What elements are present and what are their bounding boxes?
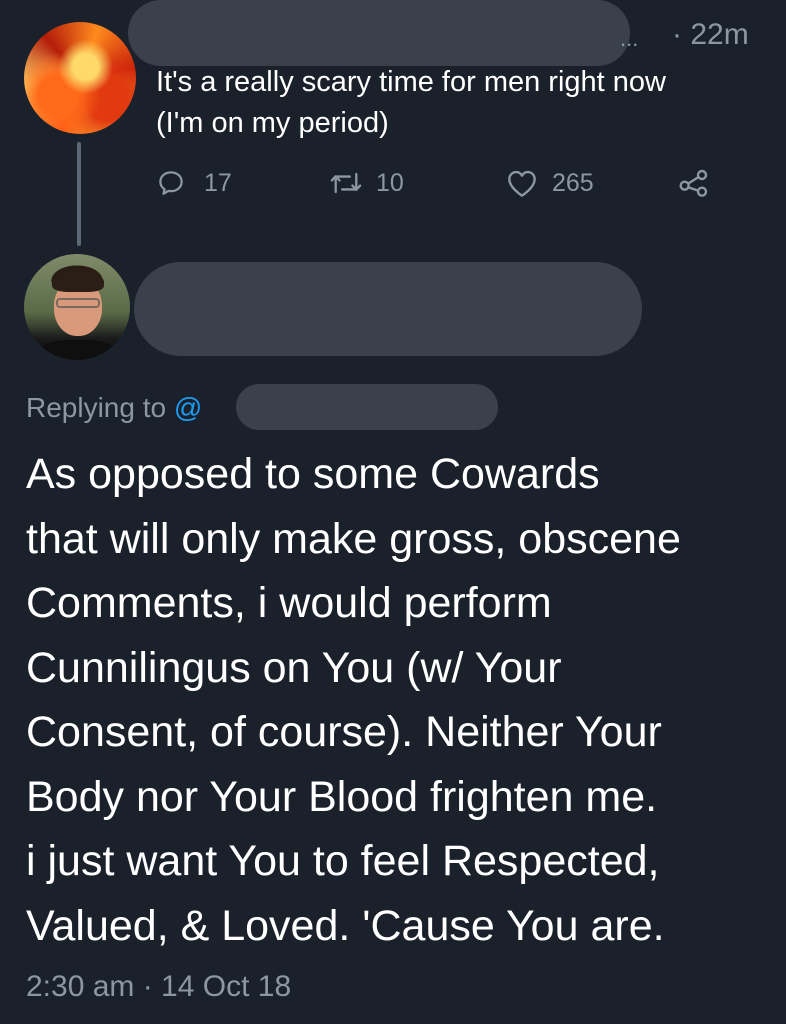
redacted-author-name xyxy=(128,0,630,66)
tweet-time[interactable]: · 22m xyxy=(672,18,749,52)
reply-button[interactable]: 17 xyxy=(156,168,232,198)
tweet-text-line: It's a really scary time for men right n… xyxy=(156,66,666,98)
truncated-handle-ellipsis: ... xyxy=(620,26,639,51)
share-icon xyxy=(678,168,710,198)
replying-to-handle[interactable]: @ xyxy=(174,392,202,423)
share-button[interactable] xyxy=(678,168,710,198)
reply-text-line: As opposed to some Cowards xyxy=(26,450,600,498)
reply-text: As opposed to some Cowards that will onl… xyxy=(26,442,786,958)
reply-count: 17 xyxy=(204,168,232,197)
reply-text-line: Cunnilingus on You (w/ Your xyxy=(26,643,562,692)
like-button[interactable]: 265 xyxy=(506,168,594,198)
tweet-text: It's a really scary time for men right n… xyxy=(156,62,786,144)
reply-text-line: Body nor Your Blood frighten me. xyxy=(26,772,658,821)
tweet-text-line: (I'm on my period) xyxy=(156,107,389,139)
heart-icon xyxy=(506,168,538,198)
avatar-glasses xyxy=(56,298,100,308)
reply-text-line: that will only make gross, obscene xyxy=(26,514,681,563)
avatar-hair xyxy=(52,272,104,292)
reply-text-line: Comments, i would perform xyxy=(26,579,552,627)
retweet-button[interactable]: 10 xyxy=(328,168,404,198)
thread-connector-line xyxy=(77,142,81,246)
reply-text-line: i just want You to feel Respected, xyxy=(26,837,660,885)
reply-text-line: Valued, & Loved. 'Cause You are. xyxy=(26,901,665,950)
replying-to-label: Replying to xyxy=(26,392,167,423)
retweet-count: 10 xyxy=(376,168,404,197)
redacted-replier-name xyxy=(134,262,642,356)
redacted-reply-handle xyxy=(236,384,498,430)
author-avatar[interactable] xyxy=(24,22,136,134)
reply-timestamp: 2:30 am · 14 Oct 18 xyxy=(26,970,292,1003)
reply-icon xyxy=(156,168,186,198)
replying-to: Replying to @ xyxy=(26,392,202,424)
replier-avatar[interactable] xyxy=(24,254,130,360)
like-count: 265 xyxy=(552,168,594,197)
reply-text-line: Consent, of course). Neither Your xyxy=(26,708,662,756)
avatar-shirt xyxy=(34,340,120,360)
retweet-icon xyxy=(328,168,364,198)
